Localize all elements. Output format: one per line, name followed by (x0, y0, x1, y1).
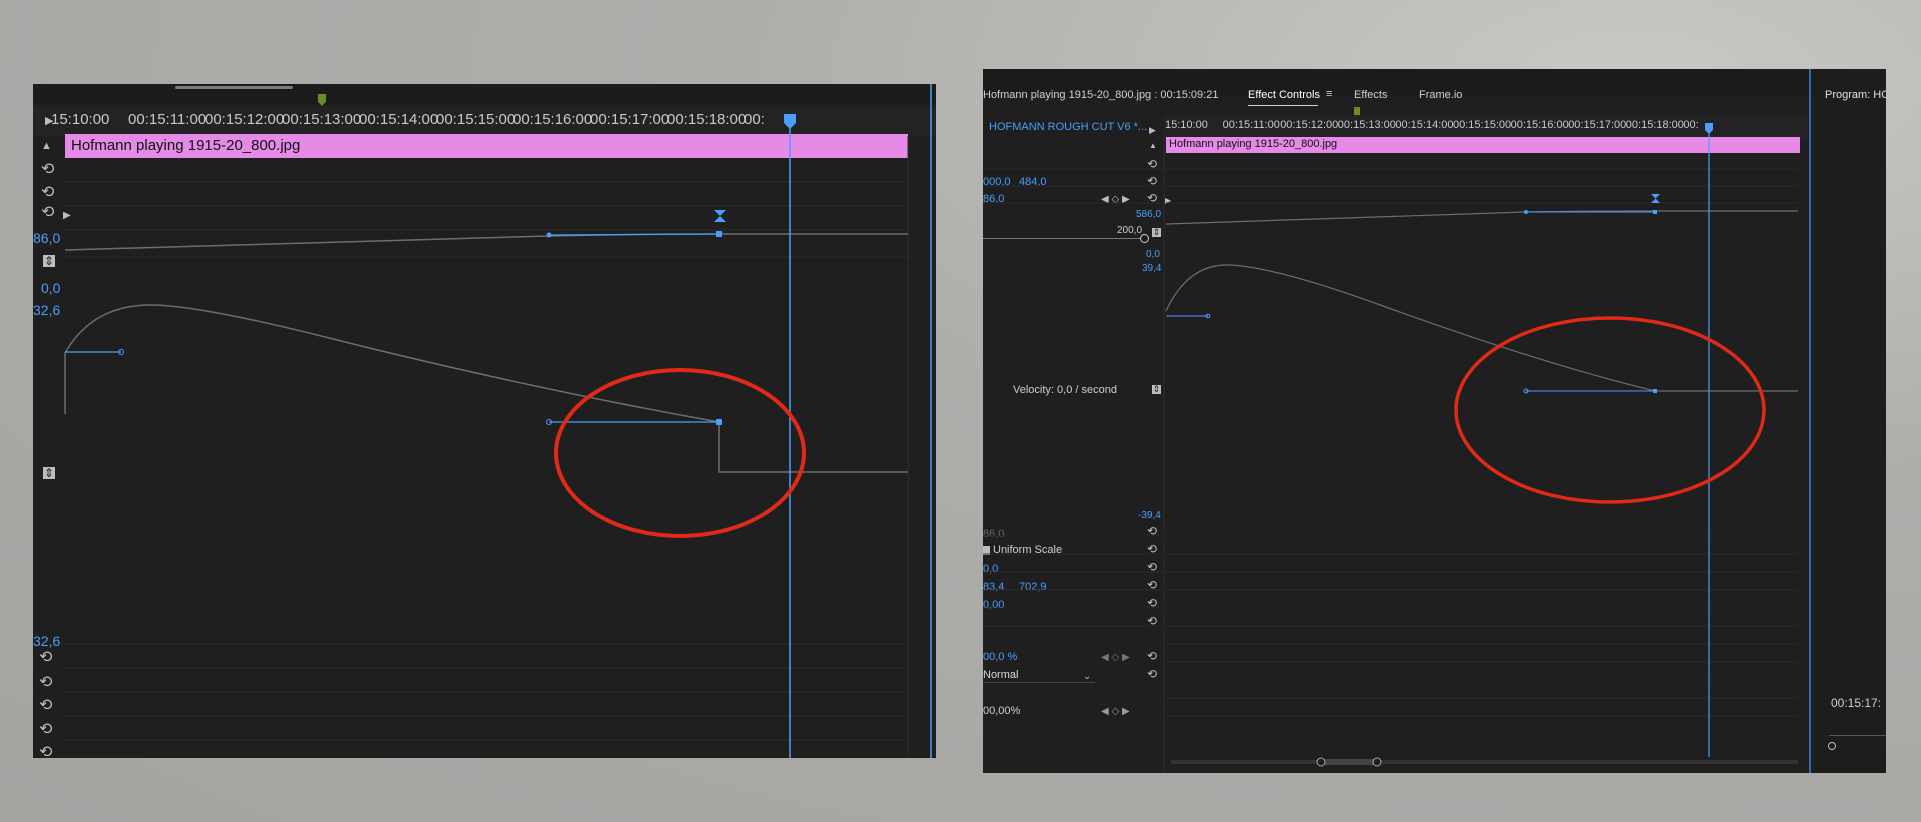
ruler-tick-label: 00:15:14:00 (1395, 119, 1454, 131)
value-graph-curve (1165, 210, 1798, 225)
value-graph-curve (64, 233, 908, 251)
red-annotation-ellipse (554, 368, 806, 538)
ruler-tick-label: 00: (1683, 119, 1699, 131)
playhead-icon (1705, 123, 1713, 134)
ruler-tick-label: 00:15:13:00 (1337, 119, 1396, 131)
ease-keyframe-icon (714, 210, 726, 222)
ruler-tick-label: 00:15:15:00 (436, 111, 516, 128)
velocity-graph-curve (64, 304, 908, 473)
red-annotation-ellipse (1454, 316, 1766, 504)
right-effect-controls: Hofmann playing 1915-20_800.jpg : 00:15:… (983, 69, 1886, 773)
right-graph-svg (983, 123, 1798, 773)
ruler-tick-label: 00:15:16:00 (1510, 119, 1569, 131)
ruler-tick-label: 00:15:18:00 (1625, 119, 1684, 131)
ruler-tick-label: 00:15:15:00 (1453, 119, 1512, 131)
ruler-tick-label: 00:15:12:00 (205, 111, 285, 128)
left-graph-svg (64, 84, 932, 758)
ease-keyframe-icon (1651, 194, 1660, 203)
playhead-icon (784, 114, 796, 129)
ruler-tick-label: 00:15:17:00 (590, 111, 670, 128)
ruler-tick-label: 15:10:00 (1165, 119, 1208, 131)
ruler-tick-label: 15:10:00 (51, 111, 110, 128)
ruler-tick-label: 00: (744, 111, 765, 128)
ruler-tick-label: 00:15:17:00 (1568, 119, 1627, 131)
ruler-tick-label: 00:15:18:00 (667, 111, 747, 128)
ruler-tick-label: 00:15:13:00 (282, 111, 362, 128)
ruler-tick-label: 00:15:11:00 (128, 111, 207, 128)
left-effect-controls-zoomed: ▶ Hofmann playing 1915-20_800.jpg ▲ ⟲ ⟲ … (33, 84, 936, 758)
ruler-tick-label: 00:15:14:00 (359, 111, 439, 128)
ruler-tick-label: 00:15:16:00 (513, 111, 593, 128)
ruler-tick-label: 00:15:12:00 (1280, 119, 1339, 131)
ruler-tick-label: 00:15:11:00 (1222, 119, 1280, 131)
velocity-graph-curve (1165, 264, 1798, 392)
